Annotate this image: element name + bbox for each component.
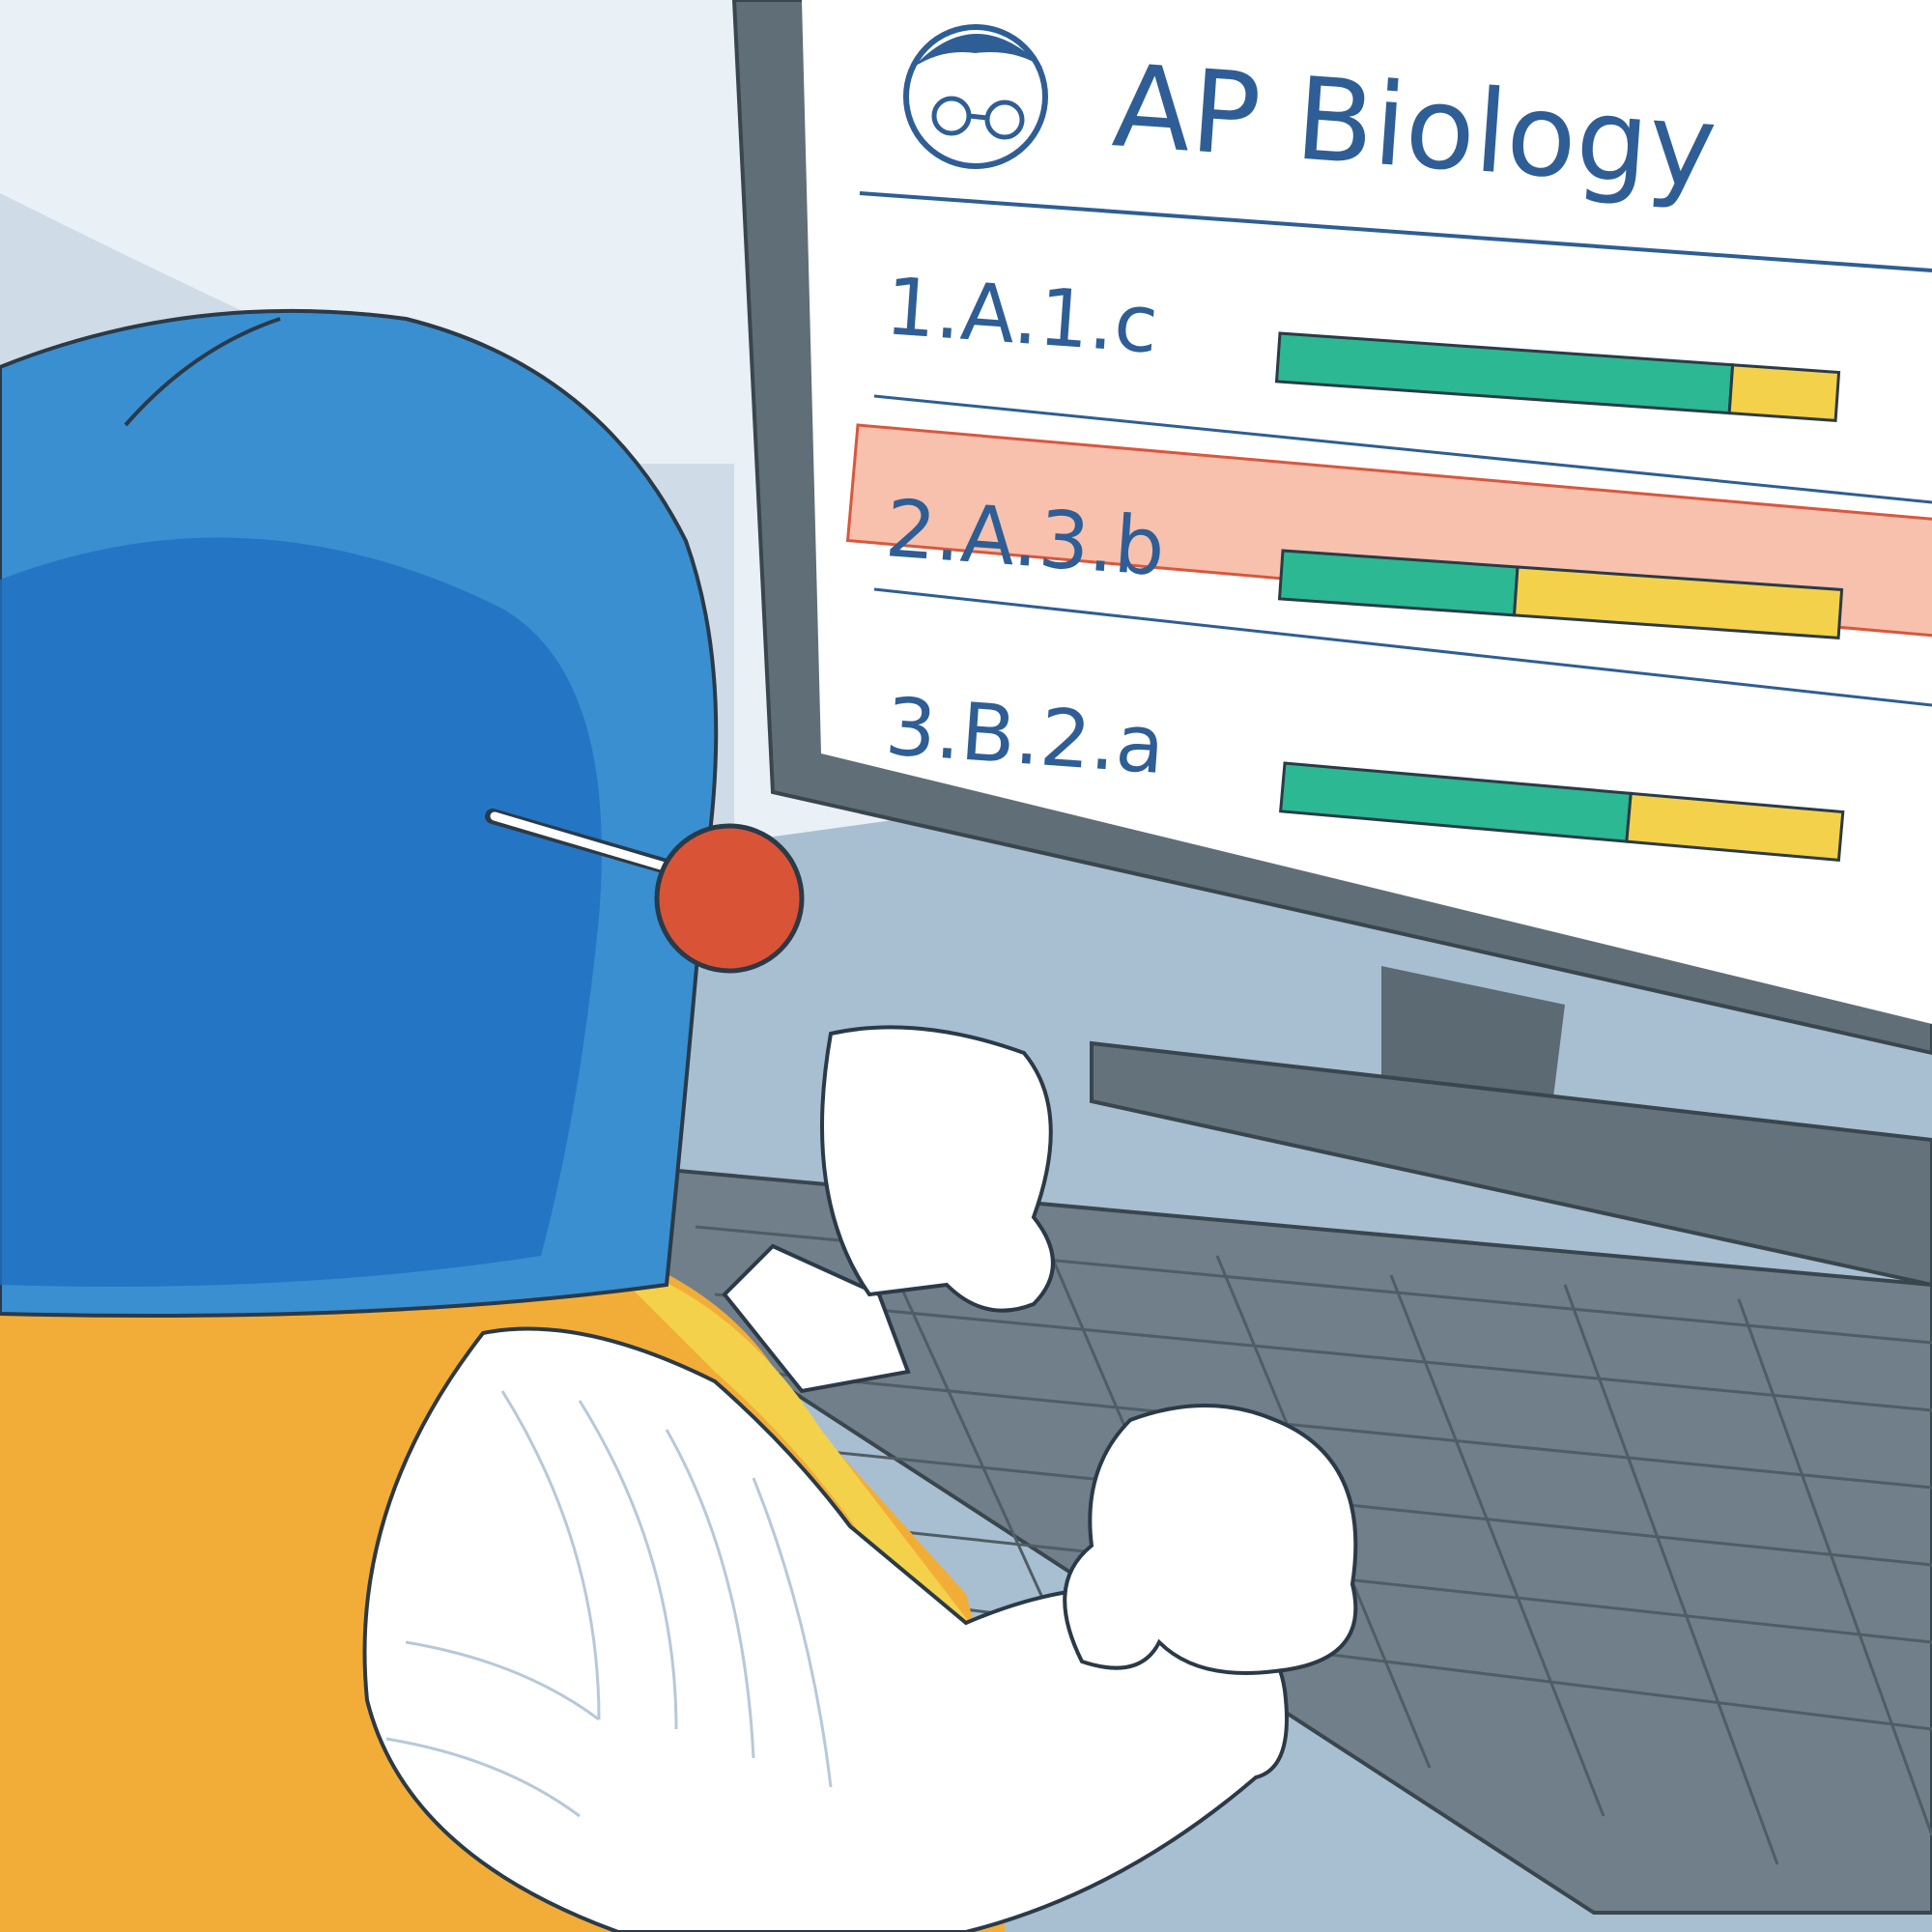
progress-in-progress — [1727, 363, 1841, 422]
teacher-avatar-icon — [903, 24, 1048, 169]
helmet-shading — [0, 537, 602, 1287]
left-glove — [820, 1025, 1055, 1313]
standard-code: 3.B.2.a — [883, 681, 1168, 792]
illustration: AP Biology 1.A.1.c 2.A.3.b 3.B.2.a — [0, 0, 1932, 1932]
antenna-ball — [654, 823, 805, 974]
standard-code: 2.A.3.b — [883, 483, 1168, 594]
standard-code: 1.A.1.c — [883, 261, 1161, 371]
right-glove — [1063, 1404, 1358, 1675]
